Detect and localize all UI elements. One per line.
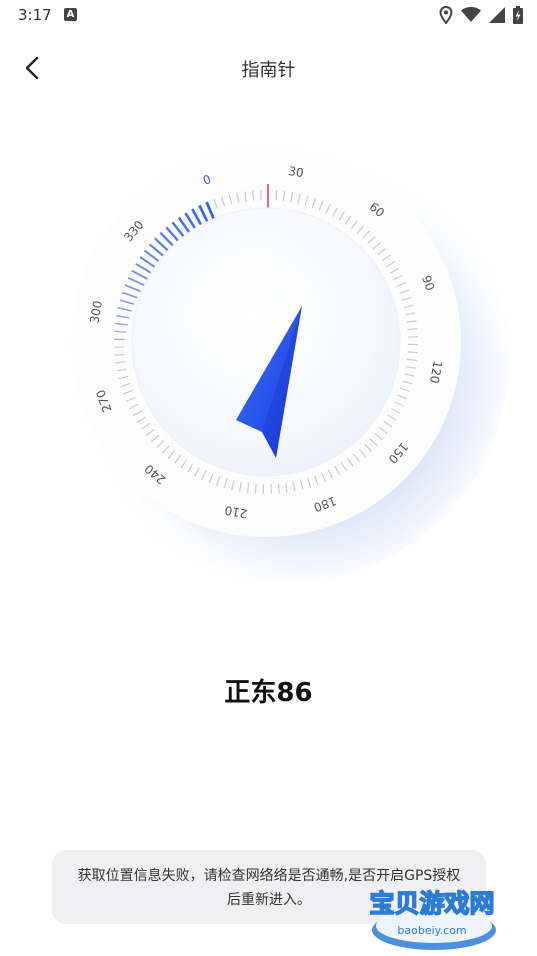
status-icons xyxy=(439,5,523,25)
compass-dial: 0 306090120150180210240270300330 xyxy=(59,133,509,583)
status-bar: 3:17 A xyxy=(0,0,537,32)
page-title: 指南针 xyxy=(241,60,296,81)
location-icon xyxy=(439,6,453,24)
watermark-url: baobeiy.com xyxy=(397,924,466,937)
signal-icon xyxy=(489,7,505,23)
dial-tick xyxy=(254,483,257,494)
dial-tick xyxy=(114,330,127,333)
wifi-icon xyxy=(461,7,481,22)
status-time: 3:17 xyxy=(18,6,52,24)
dial-tick xyxy=(407,351,418,354)
watermark-title: 宝贝游戏网 xyxy=(369,889,494,918)
direction-readout: 正东86 xyxy=(224,678,313,708)
dial-label: 30 xyxy=(287,164,304,180)
battery-icon xyxy=(513,6,523,24)
dial-tick xyxy=(275,190,278,201)
watermark-logo: 宝贝游戏网 baobeiy.com xyxy=(369,888,496,950)
notification-a-icon: A xyxy=(64,8,77,21)
